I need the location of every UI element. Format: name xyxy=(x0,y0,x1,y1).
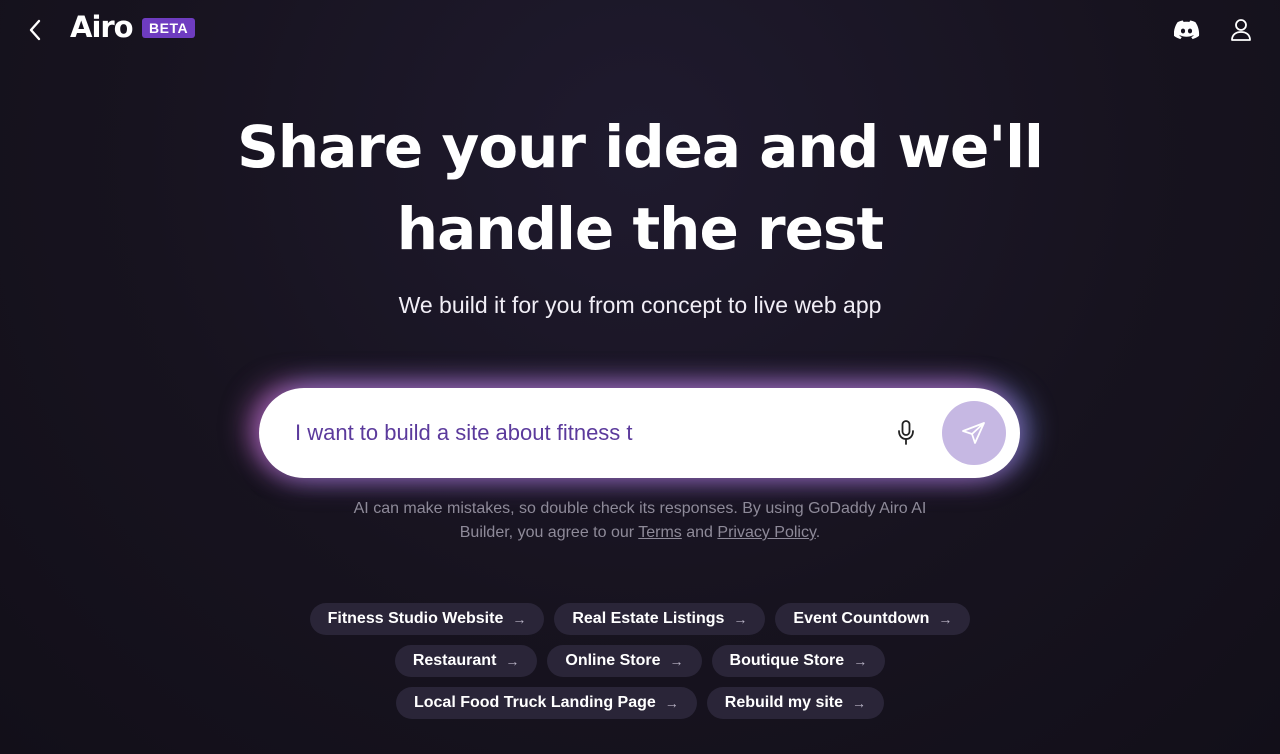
chevron-left-icon xyxy=(29,19,41,41)
suggestion-row: Local Food Truck Landing Page → Rebuild m… xyxy=(0,687,1280,719)
suggestion-row: Fitness Studio Website → Real Estate List… xyxy=(0,603,1280,635)
terms-link[interactable]: Terms xyxy=(638,524,682,541)
top-bar: Airo BETA xyxy=(0,0,1280,60)
chip-label: Real Estate Listings xyxy=(572,610,725,627)
discord-icon xyxy=(1174,20,1200,40)
suggestion-chip-real-estate[interactable]: Real Estate Listings → xyxy=(554,603,766,635)
disclaimer-period: . xyxy=(815,524,821,541)
prompt-box xyxy=(259,388,1020,478)
chip-label: Boutique Store xyxy=(729,652,845,669)
account-button[interactable] xyxy=(1228,16,1254,44)
chip-label: Local Food Truck Landing Page xyxy=(413,694,656,711)
suggestion-chip-event-countdown[interactable]: Event Countdown → xyxy=(775,603,971,635)
arrow-right-icon: → xyxy=(852,695,867,711)
privacy-policy-link[interactable]: Privacy Policy xyxy=(717,524,815,541)
suggestion-row: Restaurant → Online Store → Boutique Store… xyxy=(0,645,1280,677)
headline-line-1: Share your idea and we'll xyxy=(237,113,1044,181)
page-headline: Share your idea and we'll handle the res… xyxy=(0,106,1280,270)
arrow-right-icon: → xyxy=(664,695,679,711)
back-button[interactable] xyxy=(22,16,48,44)
suggestion-chip-boutique-store[interactable]: Boutique Store → xyxy=(711,645,886,677)
page-subheadline: We build it for you from concept to live… xyxy=(398,292,882,318)
send-button[interactable] xyxy=(942,401,1006,465)
suggestion-chip-rebuild-site[interactable]: Rebuild my site → xyxy=(706,687,885,719)
suggestion-chip-fitness-studio[interactable]: Fitness Studio Website → xyxy=(309,603,545,635)
user-icon xyxy=(1231,19,1251,41)
ai-disclaimer: AI can make mistakes, so double check it… xyxy=(340,497,940,545)
prompt-input[interactable] xyxy=(295,416,855,450)
discord-button[interactable] xyxy=(1173,16,1201,44)
arrow-right-icon: → xyxy=(853,653,868,669)
chip-label: Rebuild my site xyxy=(724,694,844,711)
beta-badge: BETA xyxy=(142,18,196,38)
airo-logo[interactable]: Airo xyxy=(70,10,134,44)
arrow-right-icon: → xyxy=(669,653,684,669)
chip-label: Event Countdown xyxy=(793,610,930,627)
suggestion-chip-online-store[interactable]: Online Store → xyxy=(547,645,702,677)
chip-label: Online Store xyxy=(565,652,661,669)
headline-line-2: handle the rest xyxy=(396,195,884,263)
arrow-right-icon: → xyxy=(505,653,520,669)
chip-label: Restaurant xyxy=(412,652,497,669)
suggestion-chips: Fitness Studio Website → Real Estate List… xyxy=(0,603,1280,729)
arrow-right-icon: → xyxy=(733,611,748,627)
suggestion-chip-food-truck[interactable]: Local Food Truck Landing Page → xyxy=(395,687,697,719)
voice-input-button[interactable] xyxy=(892,418,920,448)
arrow-right-icon: → xyxy=(938,611,953,627)
send-icon xyxy=(962,422,985,444)
arrow-right-icon: → xyxy=(512,611,527,627)
disclaimer-and: and xyxy=(681,524,718,541)
suggestion-chip-restaurant[interactable]: Restaurant → xyxy=(394,645,538,677)
microphone-icon xyxy=(898,420,914,445)
chip-label: Fitness Studio Website xyxy=(327,610,504,627)
